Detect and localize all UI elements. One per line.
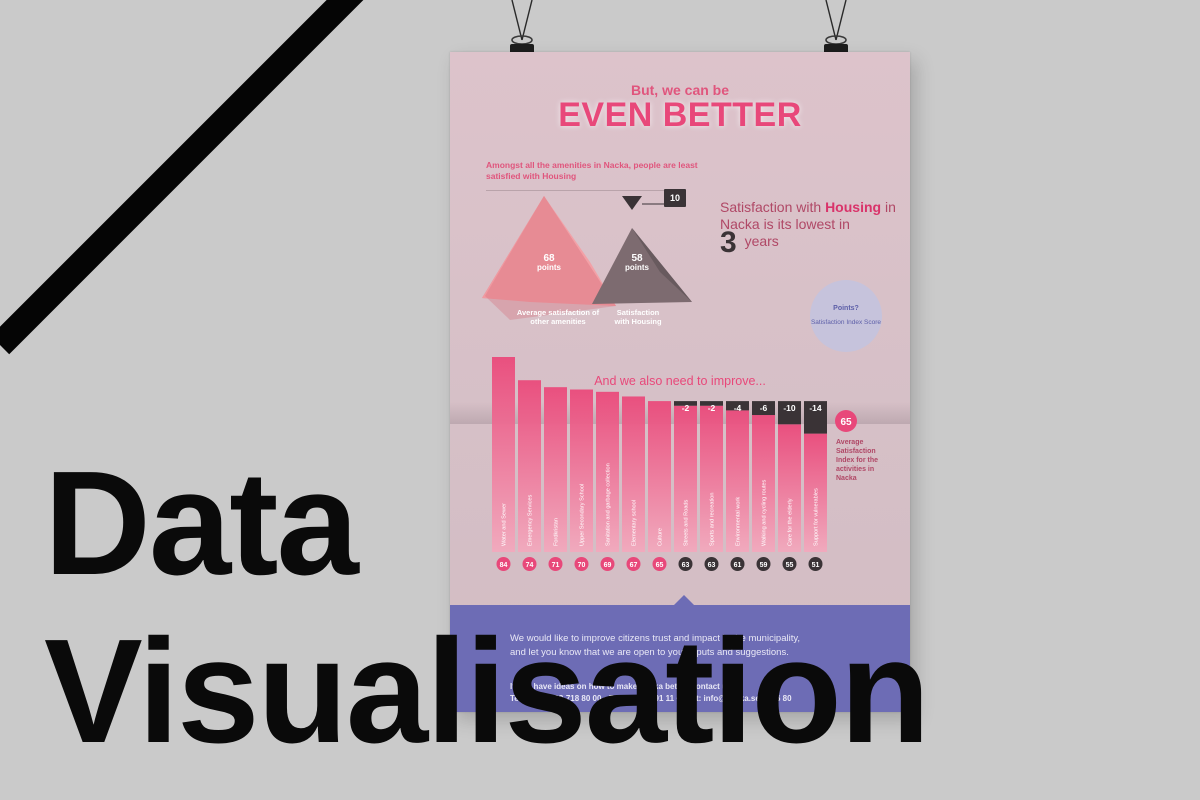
deficit-label-7: -2 xyxy=(682,403,690,413)
average-label-line-1: Satisfaction xyxy=(836,448,876,455)
deficit-label-11: -10 xyxy=(783,403,796,413)
average-label-line-2: Index for the xyxy=(836,457,878,464)
category-label-12: Support for vulnerables xyxy=(814,488,820,546)
value-label-9: 61 xyxy=(734,562,742,569)
value-label-11: 55 xyxy=(786,562,794,569)
deficit-label-9: -4 xyxy=(734,403,742,413)
value-label-10: 59 xyxy=(760,562,768,569)
category-label-2: Fordkristan xyxy=(554,518,560,546)
value-label-12: 51 xyxy=(812,562,820,569)
deficit-label-8: -2 xyxy=(708,403,716,413)
overlay-title-data: Data xyxy=(44,441,359,606)
category-label-11: Care for the elderly xyxy=(788,498,794,546)
value-label-7: 63 xyxy=(682,562,690,569)
value-label-6: 65 xyxy=(656,562,664,569)
value-label-3: 70 xyxy=(578,562,586,569)
category-label-1: Emergency Services xyxy=(528,495,534,546)
value-label-5: 67 xyxy=(630,562,638,569)
value-label-1: 74 xyxy=(526,562,534,569)
left-binder-clip xyxy=(510,0,534,60)
right-binder-clip xyxy=(824,0,848,60)
deficit-label-10: -6 xyxy=(760,403,768,413)
average-value: 65 xyxy=(840,417,852,428)
value-label-4: 69 xyxy=(604,562,612,569)
category-label-7: Streets and Roads xyxy=(684,499,690,546)
deficit-label-12: -14 xyxy=(809,403,822,413)
category-label-0: Water and Sewer xyxy=(502,503,508,546)
category-label-10: Walking and cycling routes xyxy=(762,479,768,546)
category-label-8: Sports and recreation xyxy=(710,493,716,546)
category-label-6: Culture xyxy=(658,528,664,546)
average-label-line-0: Average xyxy=(836,439,863,446)
category-label-5: Elementary school xyxy=(632,500,638,546)
value-label-8: 63 xyxy=(708,562,716,569)
value-label-0: 84 xyxy=(500,562,508,569)
category-label-4: Sanitation and garbage collection xyxy=(606,463,612,546)
category-label-9: Environmental work xyxy=(736,497,742,546)
category-label-3: Upper Secondary School xyxy=(580,484,586,546)
average-label-line-3: activities in xyxy=(836,466,874,473)
overlay-title-visualisation: Visualisation xyxy=(44,609,930,774)
satisfaction-bar-chart: Water and Sewer 84 Emergency Services 74 For… xyxy=(492,357,878,571)
diagonal-stripe xyxy=(0,0,364,355)
value-label-2: 71 xyxy=(552,562,560,569)
average-label-line-4: Nacka xyxy=(836,475,857,482)
